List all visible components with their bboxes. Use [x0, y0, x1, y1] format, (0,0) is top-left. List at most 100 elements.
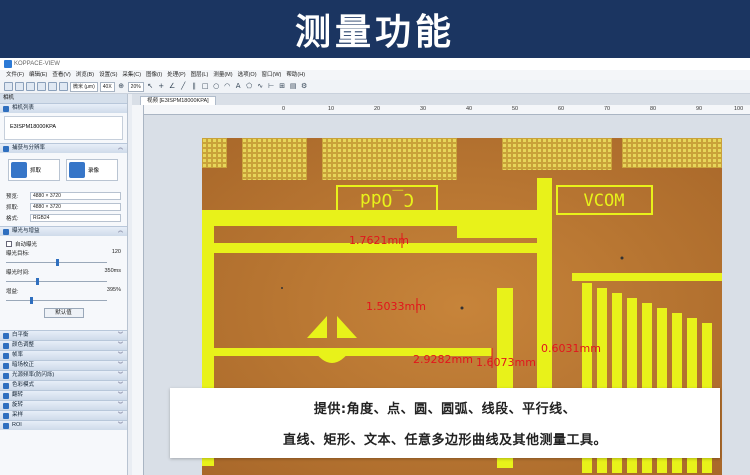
exposure-panel: 自动曝光 曝光目标: 120 曝光时间: 350ms 增益: 395% 默认值	[0, 236, 127, 321]
arc-icon[interactable]: ◠	[223, 82, 232, 91]
capture-icon	[3, 146, 9, 152]
menu-settings[interactable]: 设置(S)	[99, 70, 117, 80]
line-icon[interactable]: ╱	[179, 82, 188, 91]
section-light-freq[interactable]: 光源频率(防闪烁) ︾	[0, 370, 127, 380]
open-folder-icon[interactable]	[15, 82, 24, 91]
measurement-label[interactable]: 0.6031mm	[541, 342, 601, 355]
measure-point-icon[interactable]: +	[157, 82, 166, 91]
section-capture[interactable]: 捕获与分辨率 ︽	[0, 143, 127, 153]
slider-thumb[interactable]	[36, 278, 39, 285]
menu-browse[interactable]: 浏览(B)	[76, 70, 94, 80]
slider-track	[6, 300, 107, 301]
ruler-label: 90	[696, 106, 703, 112]
menu-view[interactable]: 查看(V)	[52, 70, 70, 80]
color-adjust-icon	[3, 343, 9, 349]
expand-icon[interactable]: ︾	[118, 421, 123, 430]
expand-icon[interactable]: ︾	[118, 351, 123, 360]
section-label: 帧率	[12, 352, 24, 358]
snap-button[interactable]: 抓取	[8, 159, 60, 181]
menu-layer[interactable]: 图层(L)	[191, 70, 209, 80]
curve-icon[interactable]: ∿	[256, 82, 265, 91]
zoom-in-icon[interactable]: ⊕	[117, 82, 126, 91]
chart-icon[interactable]: ▤	[289, 82, 298, 91]
horizontal-ruler: 0 10 20 30 40 50 60 70 80 90 100	[144, 105, 750, 115]
menu-measure[interactable]: 测量(M)	[213, 70, 232, 80]
expand-icon[interactable]: ︾	[118, 371, 123, 380]
section-camera-list[interactable]: 相机列表	[0, 103, 127, 113]
auto-exposure-checkbox[interactable]: 自动曝光	[6, 239, 121, 249]
format-select[interactable]: RGB24	[30, 213, 121, 222]
menu-edit[interactable]: 编辑(E)	[29, 70, 47, 80]
preview-resolution-select[interactable]: 4880 × 3720	[30, 191, 121, 200]
zoom-select[interactable]: 20%	[127, 81, 144, 92]
measurement-label[interactable]: 1.5033mm	[366, 300, 426, 313]
snap-resolution-select[interactable]: 4880 × 3720	[30, 202, 121, 211]
text-icon[interactable]: A	[234, 82, 243, 91]
new-file-icon[interactable]	[4, 82, 13, 91]
camera-icon[interactable]	[48, 82, 57, 91]
expand-icon[interactable]: ︾	[118, 381, 123, 390]
section-label: 色彩模式	[12, 382, 35, 388]
exposure-target-slider[interactable]	[6, 259, 121, 266]
section-white-balance[interactable]: 白平衡 ︾	[0, 330, 127, 340]
expand-icon[interactable]: ︾	[118, 341, 123, 350]
measurement-label[interactable]: 2.9282mm	[413, 353, 473, 366]
settings-icon[interactable]: ⚙	[300, 82, 309, 91]
expand-icon[interactable]: ︾	[118, 391, 123, 400]
collapse-icon[interactable]: ︽	[118, 227, 123, 236]
section-label: 旋转	[12, 402, 24, 408]
circle-icon[interactable]: ○	[212, 82, 221, 91]
section-color-mode[interactable]: 色彩模式 ︾	[0, 380, 127, 390]
section-exposure[interactable]: 曝光与增益 ︽	[0, 226, 127, 236]
section-label: 翻转	[12, 392, 24, 398]
ruler-label: 60	[558, 106, 565, 112]
angle-icon[interactable]: ∠	[168, 82, 177, 91]
section-sampling[interactable]: 采样 ︾	[0, 410, 127, 420]
unit-select[interactable]: 微米 (μm)	[70, 81, 98, 92]
checkbox-box[interactable]	[6, 241, 12, 247]
record-button[interactable]: 录像	[66, 159, 118, 181]
magnification-select[interactable]: 40X	[99, 81, 115, 92]
tab-video[interactable]: 视频 [E3ISPM18000KPA]	[140, 96, 216, 105]
menu-options[interactable]: 选项(O)	[238, 70, 257, 80]
section-dark-field[interactable]: 暗场校正 ︾	[0, 360, 127, 370]
menu-capture[interactable]: 采集(C)	[122, 70, 141, 80]
slider-thumb[interactable]	[56, 259, 59, 266]
collapse-icon[interactable]: ︽	[118, 144, 123, 153]
exposure-time-slider[interactable]	[6, 278, 121, 285]
menu-image[interactable]: 图像(I)	[146, 70, 162, 80]
measurement-label[interactable]: 1.7621mm	[349, 234, 409, 247]
save-icon[interactable]	[26, 82, 35, 91]
section-label: 光源频率(防闪烁)	[12, 372, 55, 378]
menu-window[interactable]: 窗口(W)	[262, 70, 282, 80]
pointer-icon[interactable]: ↖	[146, 82, 155, 91]
section-rotate[interactable]: 旋转 ︾	[0, 400, 127, 410]
menu-help[interactable]: 帮助(H)	[286, 70, 305, 80]
menu-file[interactable]: 文件(F)	[6, 70, 24, 80]
expand-icon[interactable]: ︾	[118, 331, 123, 340]
slider-thumb[interactable]	[30, 297, 33, 304]
polygon-icon[interactable]: ⬠	[245, 82, 254, 91]
expand-icon[interactable]: ︾	[118, 361, 123, 370]
default-button[interactable]: 默认值	[43, 308, 84, 318]
section-color-adjust[interactable]: 颜色调整 ︾	[0, 340, 127, 350]
section-roi[interactable]: ROI ︾	[0, 420, 127, 430]
frame-rate-icon	[3, 353, 9, 359]
grid-icon[interactable]: ⊞	[278, 82, 287, 91]
expand-icon[interactable]: ︾	[118, 401, 123, 410]
menu-process[interactable]: 处理(P)	[167, 70, 185, 80]
print-icon[interactable]	[37, 82, 46, 91]
banner: 测量功能	[0, 0, 750, 58]
section-frame-rate[interactable]: 帧率 ︾	[0, 350, 127, 360]
scale-icon[interactable]: ⊢	[267, 82, 276, 91]
ruler-label: 70	[604, 106, 611, 112]
layers-icon[interactable]	[59, 82, 68, 91]
section-flip[interactable]: 翻转 ︾	[0, 390, 127, 400]
gain-slider[interactable]	[6, 297, 121, 304]
measurement-label[interactable]: 1.6073mm	[476, 356, 536, 369]
expand-icon[interactable]: ︾	[118, 411, 123, 420]
parallel-icon[interactable]: ∥	[190, 82, 199, 91]
auto-exposure-label: 自动曝光	[15, 242, 38, 248]
camera-list-item[interactable]: E3ISPM18000KPA	[4, 116, 123, 140]
rectangle-icon[interactable]: □	[201, 82, 210, 91]
